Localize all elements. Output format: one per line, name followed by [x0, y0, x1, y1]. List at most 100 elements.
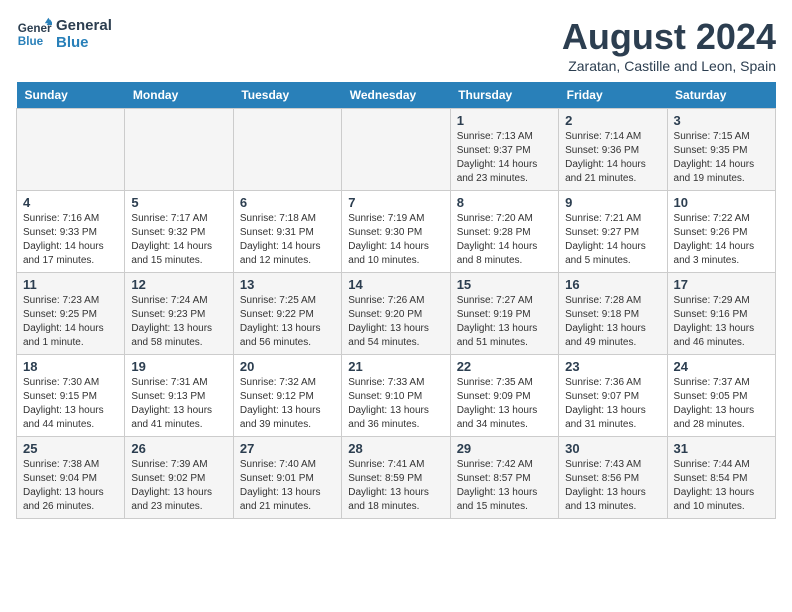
day-info: Sunrise: 7:30 AM Sunset: 9:15 PM Dayligh… — [23, 376, 118, 432]
day-info: Sunrise: 7:42 AM Sunset: 8:57 PM Dayligh… — [457, 458, 552, 514]
day-cell: 10Sunrise: 7:22 AM Sunset: 9:26 PM Dayli… — [667, 191, 775, 273]
week-row-5: 25Sunrise: 7:38 AM Sunset: 9:04 PM Dayli… — [17, 437, 776, 519]
day-cell: 7Sunrise: 7:19 AM Sunset: 9:30 PM Daylig… — [342, 191, 450, 273]
day-number: 19 — [131, 359, 226, 374]
day-number: 25 — [23, 441, 118, 456]
day-cell: 1Sunrise: 7:13 AM Sunset: 9:37 PM Daylig… — [450, 109, 558, 191]
day-number: 29 — [457, 441, 552, 456]
week-row-4: 18Sunrise: 7:30 AM Sunset: 9:15 PM Dayli… — [17, 355, 776, 437]
day-cell: 29 Sunrise: 7:42 AM Sunset: 8:57 PM Dayli… — [450, 437, 558, 519]
day-info: Sunrise: 7:32 AM Sunset: 9:12 PM Dayligh… — [240, 376, 335, 432]
weekday-header-thursday: Thursday — [450, 82, 558, 109]
day-number: 15 — [457, 277, 552, 292]
day-info: Sunrise: 7:33 AM Sunset: 9:10 PM Dayligh… — [348, 376, 443, 432]
day-info: Sunrise: 7:25 AM Sunset: 9:22 PM Dayligh… — [240, 294, 335, 350]
svg-text:Blue: Blue — [18, 35, 44, 48]
day-info: Sunrise: 7:24 AM Sunset: 9:23 PM Dayligh… — [131, 294, 226, 350]
day-cell: 26 Sunrise: 7:39 AM Sunset: 9:02 PM Dayli… — [125, 437, 233, 519]
day-info: Sunrise: 7:40 AM Sunset: 9:01 PM Dayligh… — [240, 458, 335, 514]
day-cell: 8Sunrise: 7:20 AM Sunset: 9:28 PM Daylig… — [450, 191, 558, 273]
day-number: 9 — [565, 195, 660, 210]
title-area: August 2024 Zaratan, Castille and Leon, … — [562, 16, 776, 74]
day-number: 13 — [240, 277, 335, 292]
day-cell: 27 Sunrise: 7:40 AM Sunset: 9:01 PM Dayli… — [233, 437, 341, 519]
month-year-title: August 2024 — [562, 16, 776, 58]
day-info: Sunrise: 7:44 AM Sunset: 8:54 PM Dayligh… — [674, 458, 769, 514]
day-cell: 5Sunrise: 7:17 AM Sunset: 9:32 PM Daylig… — [125, 191, 233, 273]
day-number: 28 — [348, 441, 443, 456]
day-number: 21 — [348, 359, 443, 374]
day-cell: 13 Sunrise: 7:25 AM Sunset: 9:22 PM Dayli… — [233, 273, 341, 355]
day-number: 10 — [674, 195, 769, 210]
day-info: Sunrise: 7:26 AM Sunset: 9:20 PM Dayligh… — [348, 294, 443, 350]
day-number: 3 — [674, 113, 769, 128]
day-cell: 16 Sunrise: 7:28 AM Sunset: 9:18 PM Dayli… — [559, 273, 667, 355]
day-info: Sunrise: 7:16 AM Sunset: 9:33 PM Dayligh… — [23, 212, 118, 268]
day-cell: 4 Sunrise: 7:16 AM Sunset: 9:33 PM Daylig… — [17, 191, 125, 273]
svg-text:General: General — [18, 22, 52, 35]
day-cell: 20 Sunrise: 7:32 AM Sunset: 9:12 PM Dayli… — [233, 355, 341, 437]
location-subtitle: Zaratan, Castille and Leon, Spain — [562, 58, 776, 74]
logo: General Blue General Blue — [16, 16, 112, 52]
day-info: Sunrise: 7:14 AM Sunset: 9:36 PM Dayligh… — [565, 130, 660, 186]
day-cell — [342, 109, 450, 191]
day-number: 26 — [131, 441, 226, 456]
day-number: 24 — [674, 359, 769, 374]
day-number: 20 — [240, 359, 335, 374]
day-number: 11 — [23, 277, 118, 292]
day-info: Sunrise: 7:31 AM Sunset: 9:13 PM Dayligh… — [131, 376, 226, 432]
day-info: Sunrise: 7:39 AM Sunset: 9:02 PM Dayligh… — [131, 458, 226, 514]
day-number: 4 — [23, 195, 118, 210]
day-cell: 19 Sunrise: 7:31 AM Sunset: 9:13 PM Dayli… — [125, 355, 233, 437]
day-info: Sunrise: 7:21 AM Sunset: 9:27 PM Dayligh… — [565, 212, 660, 268]
week-row-3: 11 Sunrise: 7:23 AM Sunset: 9:25 PM Dayli… — [17, 273, 776, 355]
day-info: Sunrise: 7:37 AM Sunset: 9:05 PM Dayligh… — [674, 376, 769, 432]
day-info: Sunrise: 7:35 AM Sunset: 9:09 PM Dayligh… — [457, 376, 552, 432]
day-cell: 12 Sunrise: 7:24 AM Sunset: 9:23 PM Dayli… — [125, 273, 233, 355]
weekday-header-row: SundayMondayTuesdayWednesdayThursdayFrid… — [17, 82, 776, 109]
day-cell: 9 Sunrise: 7:21 AM Sunset: 9:27 PM Daylig… — [559, 191, 667, 273]
day-cell: 28 Sunrise: 7:41 AM Sunset: 8:59 PM Dayli… — [342, 437, 450, 519]
day-info: Sunrise: 7:13 AM Sunset: 9:37 PM Dayligh… — [457, 130, 552, 186]
day-info: Sunrise: 7:43 AM Sunset: 8:56 PM Dayligh… — [565, 458, 660, 514]
weekday-header-tuesday: Tuesday — [233, 82, 341, 109]
day-cell — [125, 109, 233, 191]
day-cell: 3 Sunrise: 7:15 AM Sunset: 9:35 PM Daylig… — [667, 109, 775, 191]
day-cell: 30 Sunrise: 7:43 AM Sunset: 8:56 PM Dayli… — [559, 437, 667, 519]
day-number: 5 — [131, 195, 226, 210]
day-cell — [17, 109, 125, 191]
day-number: 23 — [565, 359, 660, 374]
logo-icon: General Blue — [16, 16, 52, 52]
day-info: Sunrise: 7:41 AM Sunset: 8:59 PM Dayligh… — [348, 458, 443, 514]
day-cell: 15 Sunrise: 7:27 AM Sunset: 9:19 PM Dayli… — [450, 273, 558, 355]
day-info: Sunrise: 7:15 AM Sunset: 9:35 PM Dayligh… — [674, 130, 769, 186]
day-number: 6 — [240, 195, 335, 210]
day-number: 12 — [131, 277, 226, 292]
logo-blue: Blue — [56, 34, 112, 51]
day-cell: 21 Sunrise: 7:33 AM Sunset: 9:10 PM Dayli… — [342, 355, 450, 437]
calendar-table: SundayMondayTuesdayWednesdayThursdayFrid… — [16, 82, 776, 519]
day-cell: 14Sunrise: 7:26 AM Sunset: 9:20 PM Dayli… — [342, 273, 450, 355]
day-info: Sunrise: 7:23 AM Sunset: 9:25 PM Dayligh… — [23, 294, 118, 350]
page-header: General Blue General Blue August 2024 Za… — [16, 16, 776, 74]
day-cell — [233, 109, 341, 191]
day-cell: 6 Sunrise: 7:18 AM Sunset: 9:31 PM Daylig… — [233, 191, 341, 273]
day-number: 30 — [565, 441, 660, 456]
day-cell: 23 Sunrise: 7:36 AM Sunset: 9:07 PM Dayli… — [559, 355, 667, 437]
day-cell: 17Sunrise: 7:29 AM Sunset: 9:16 PM Dayli… — [667, 273, 775, 355]
day-number: 16 — [565, 277, 660, 292]
weekday-header-wednesday: Wednesday — [342, 82, 450, 109]
week-row-1: 1Sunrise: 7:13 AM Sunset: 9:37 PM Daylig… — [17, 109, 776, 191]
day-info: Sunrise: 7:27 AM Sunset: 9:19 PM Dayligh… — [457, 294, 552, 350]
day-cell: 24 Sunrise: 7:37 AM Sunset: 9:05 PM Dayli… — [667, 355, 775, 437]
day-number: 31 — [674, 441, 769, 456]
day-info: Sunrise: 7:28 AM Sunset: 9:18 PM Dayligh… — [565, 294, 660, 350]
day-info: Sunrise: 7:18 AM Sunset: 9:31 PM Dayligh… — [240, 212, 335, 268]
weekday-header-saturday: Saturday — [667, 82, 775, 109]
day-number: 8 — [457, 195, 552, 210]
day-info: Sunrise: 7:36 AM Sunset: 9:07 PM Dayligh… — [565, 376, 660, 432]
day-number: 27 — [240, 441, 335, 456]
day-info: Sunrise: 7:19 AM Sunset: 9:30 PM Dayligh… — [348, 212, 443, 268]
day-number: 2 — [565, 113, 660, 128]
weekday-header-sunday: Sunday — [17, 82, 125, 109]
